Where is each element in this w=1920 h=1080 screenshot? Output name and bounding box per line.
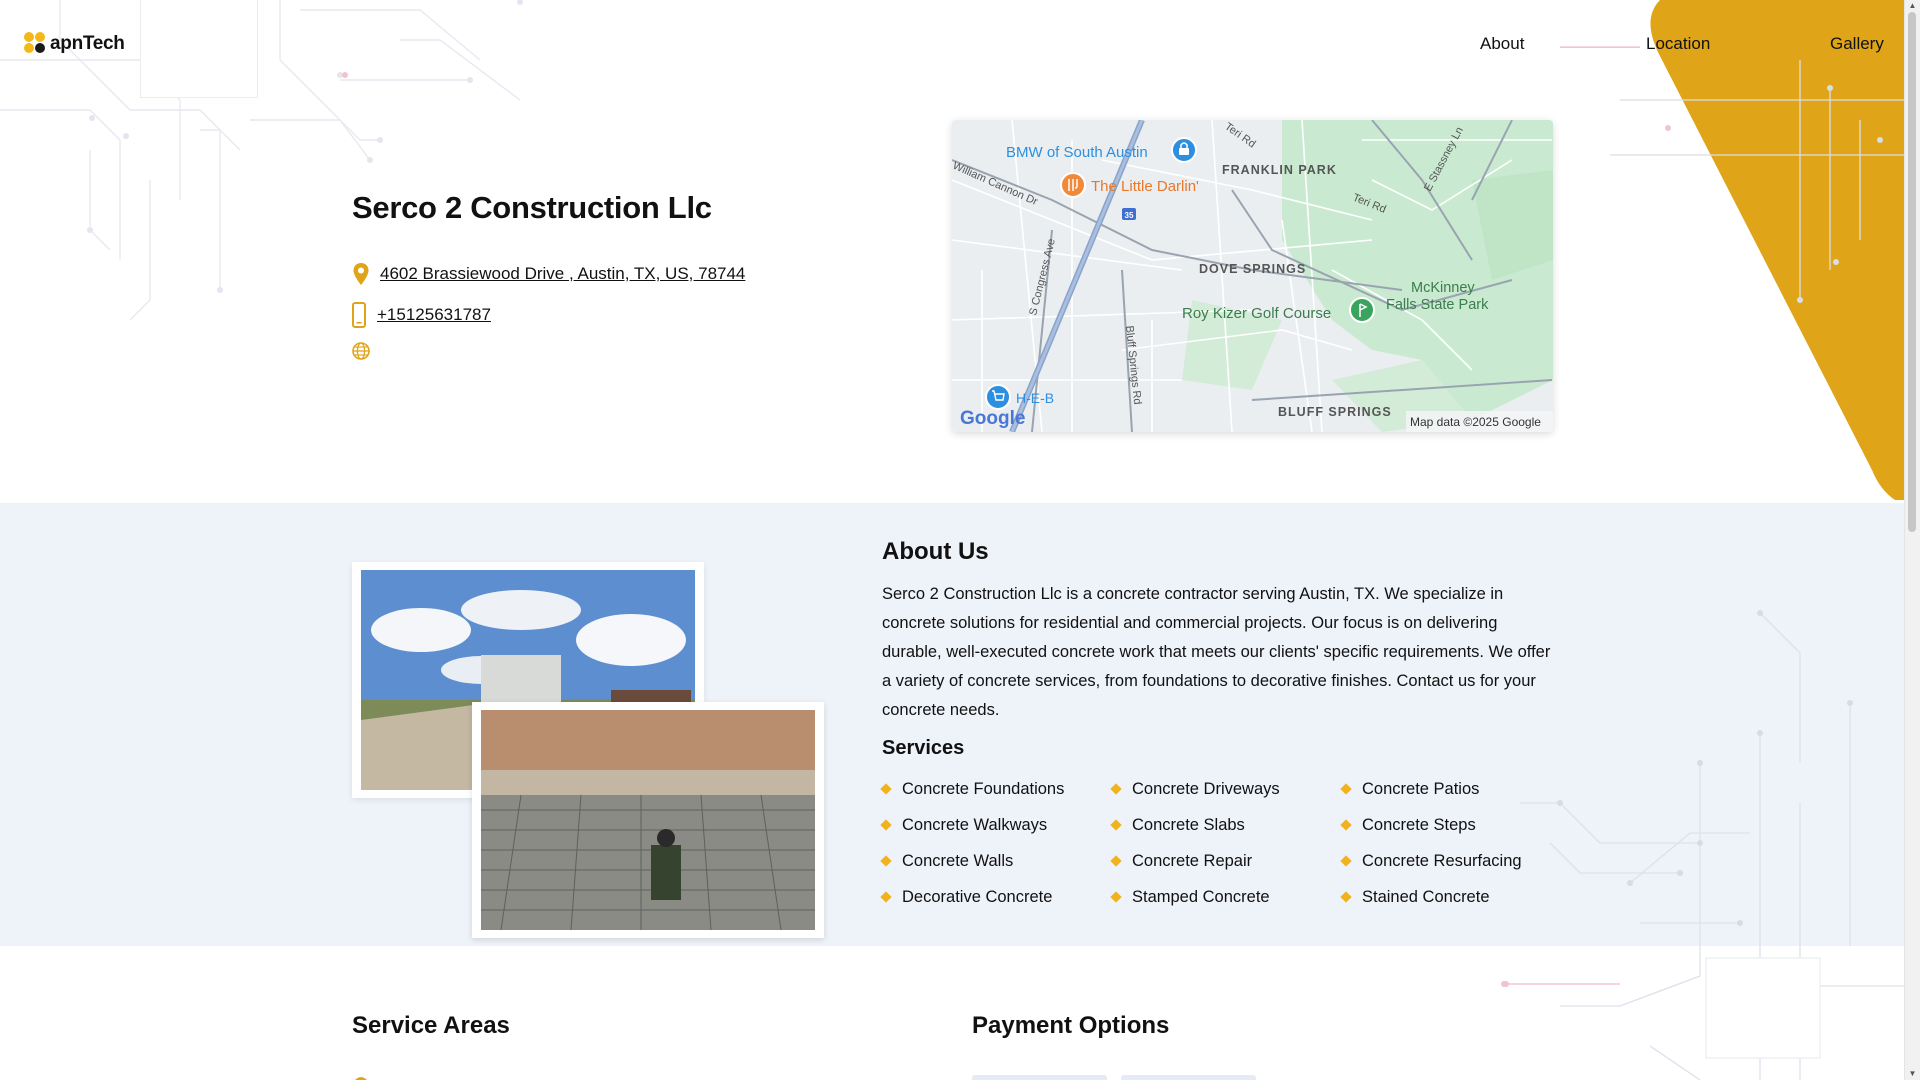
service-item: Stamped Concrete — [1110, 886, 1342, 908]
service-item: Concrete Driveways — [1110, 778, 1342, 800]
service-item: Concrete Steps — [1340, 814, 1572, 836]
service-item: Stained Concrete — [1340, 886, 1572, 908]
service-item: Decorative Concrete — [880, 886, 1112, 908]
nav-about[interactable]: About — [1480, 34, 1524, 54]
map-label-heb: H-E-B — [1016, 390, 1054, 406]
diamond-bullet-icon — [880, 855, 892, 867]
location-pin-icon — [355, 1077, 367, 1080]
nav-decoration-line — [1560, 47, 1640, 48]
service-item: Concrete Patios — [1340, 778, 1572, 800]
diamond-bullet-icon — [880, 891, 892, 903]
phone-link[interactable]: +15125631787 — [377, 305, 491, 325]
payment-option-badge — [1121, 1075, 1256, 1080]
map-label-roy-kizer: Roy Kizer Golf Course — [1182, 305, 1331, 322]
diamond-bullet-icon — [1110, 855, 1122, 867]
map-label-bmw: BMW of South Austin — [1006, 144, 1148, 161]
construction-photo-2 — [472, 702, 824, 938]
address-row: 4602 Brassiewood Drive , Austin, TX, US,… — [352, 262, 745, 286]
map-label-bluff-springs: BLUFF SPRINGS — [1278, 405, 1392, 419]
map-marker-restaurant[interactable] — [1060, 172, 1086, 198]
diamond-bullet-icon — [1110, 819, 1122, 831]
diamond-bullet-icon — [880, 819, 892, 831]
location-map[interactable]: 35 BMW of South Austin The Little Darlin… — [952, 120, 1553, 432]
diamond-bullet-icon — [1110, 891, 1122, 903]
nav-location[interactable]: Location — [1646, 34, 1710, 54]
diamond-bullet-icon — [880, 783, 892, 795]
service-item: Concrete Foundations — [880, 778, 1112, 800]
scroll-up-arrow-icon[interactable]: ▲ — [1905, 0, 1920, 12]
phone-row: +15125631787 — [352, 302, 491, 328]
diamond-bullet-icon — [1110, 783, 1122, 795]
services-list: Concrete Foundations Concrete Driveways … — [880, 778, 1572, 908]
map-marker-bmw[interactable] — [1171, 137, 1197, 163]
scrollbar-thumb[interactable] — [1908, 12, 1916, 532]
service-item: Concrete Walls — [880, 850, 1112, 872]
payment-option-badge — [972, 1075, 1107, 1080]
footer-circuit-decoration — [1503, 946, 1905, 1080]
service-item: Concrete Slabs — [1110, 814, 1342, 836]
service-item: Concrete Resurfacing — [1340, 850, 1572, 872]
mobile-phone-icon — [352, 302, 366, 328]
website-row — [352, 342, 370, 360]
nav-gallery[interactable]: Gallery — [1830, 34, 1884, 54]
logo[interactable]: apnTech — [24, 32, 125, 56]
about-description: Serco 2 Construction Llc is a concrete c… — [882, 585, 1551, 719]
map-label-mckinney-2: Falls State Park — [1386, 297, 1489, 313]
page: apnTech About Location Gallery Serco 2 C… — [0, 0, 1905, 1080]
diamond-bullet-icon — [1340, 819, 1352, 831]
diamond-bullet-icon — [1340, 783, 1352, 795]
vertical-scrollbar[interactable]: ▲ ▼ — [1904, 0, 1920, 1080]
map-label-dove-springs: DOVE SPRINGS — [1199, 262, 1306, 276]
map-label-little-darlin: The Little Darlin' — [1091, 178, 1199, 195]
map-label-mckinney-1: McKinney — [1411, 280, 1475, 296]
address-link[interactable]: 4602 Brassiewood Drive , Austin, TX, US,… — [380, 264, 745, 284]
service-item: Concrete Repair — [1110, 850, 1342, 872]
service-item: Concrete Walkways — [880, 814, 1112, 836]
services-title: Services — [882, 737, 965, 759]
diamond-bullet-icon — [1340, 891, 1352, 903]
map-label-franklin-park: FRANKLIN PARK — [1222, 163, 1337, 177]
logo-text: apnTech — [50, 33, 125, 54]
diamond-bullet-icon — [1340, 855, 1352, 867]
scroll-down-arrow-icon[interactable]: ▼ — [1905, 1068, 1920, 1080]
map-label-i35: 35 — [1125, 211, 1134, 220]
payment-options-title: Payment Options — [972, 1012, 1170, 1039]
logo-mark — [24, 32, 48, 56]
map-marker-golf[interactable] — [1349, 297, 1375, 323]
location-pin-icon — [353, 263, 369, 285]
map-copyright: Map data ©2025 Google — [1410, 415, 1541, 429]
service-areas-title: Service Areas — [352, 1012, 510, 1039]
map-marker-heb[interactable] — [985, 384, 1011, 410]
card-outline — [140, 0, 258, 98]
globe-icon[interactable] — [352, 342, 370, 360]
business-name: Serco 2 Construction Llc — [352, 190, 712, 225]
about-title: About Us — [882, 538, 989, 565]
google-logo: Google — [960, 408, 1025, 429]
